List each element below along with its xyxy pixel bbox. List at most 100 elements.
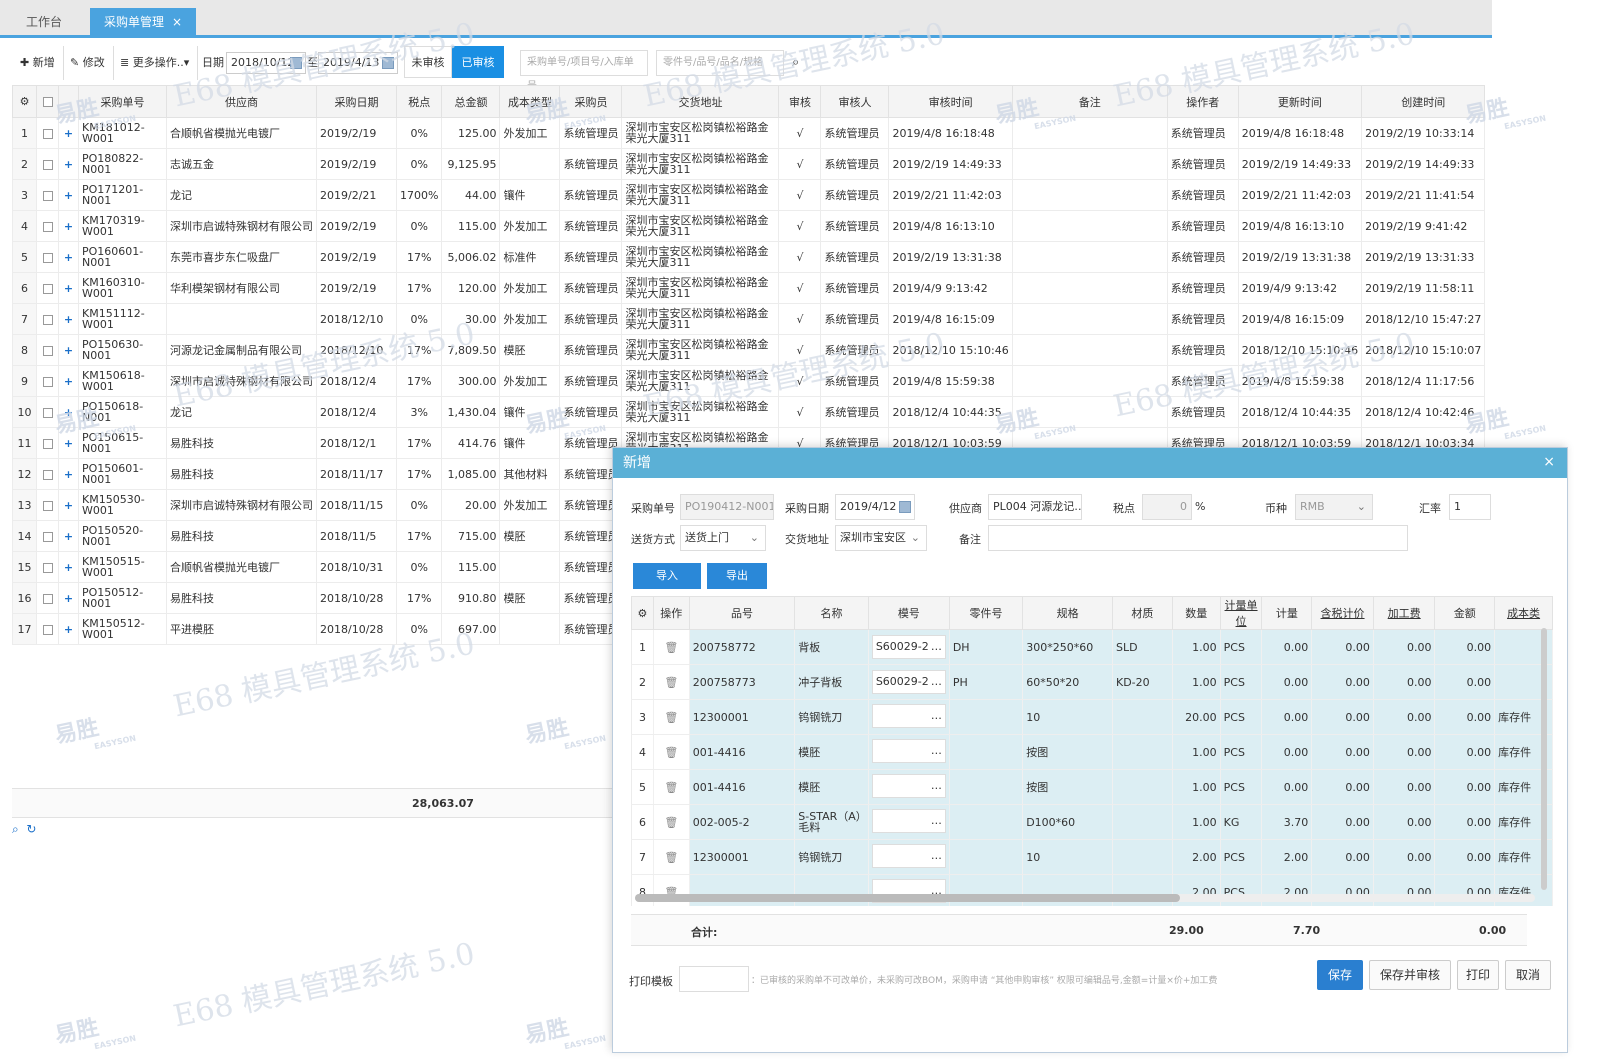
order-search-input[interactable]: 采购单号/项目号/入库单号 bbox=[520, 50, 648, 92]
expand-row-icon[interactable]: + bbox=[58, 427, 79, 459]
ellipsis-icon[interactable]: … bbox=[931, 810, 942, 832]
col-header[interactable]: 数量 bbox=[1171, 596, 1221, 630]
checkbox[interactable] bbox=[42, 345, 53, 356]
checkbox[interactable] bbox=[42, 159, 53, 170]
cell-item-no[interactable]: 200758772 bbox=[688, 629, 796, 665]
checkbox[interactable] bbox=[42, 531, 53, 542]
checkbox[interactable] bbox=[42, 283, 53, 294]
cell-mold-no[interactable]: … bbox=[867, 769, 950, 805]
trash-icon[interactable]: 🗑 bbox=[664, 676, 678, 689]
expand-row-icon[interactable]: + bbox=[58, 272, 79, 304]
cell-name[interactable]: S-STAR（A）毛料 bbox=[794, 804, 869, 840]
cell-process-fee[interactable]: 0.00 bbox=[1372, 699, 1436, 735]
row-checkbox[interactable] bbox=[36, 365, 59, 397]
cell-tax-price[interactable]: 0.00 bbox=[1311, 629, 1374, 665]
cell-process-fee[interactable]: 0.00 bbox=[1372, 769, 1436, 805]
scrollbar-thumb[interactable] bbox=[635, 894, 1180, 902]
col-header[interactable]: 交货地址 bbox=[621, 85, 780, 118]
cell-item-no[interactable]: 12300001 bbox=[688, 839, 796, 875]
col-header[interactable]: 成本类 bbox=[1494, 596, 1553, 630]
supplier-field[interactable]: PL004 河源龙记… bbox=[988, 494, 1082, 520]
col-header[interactable]: 税点 bbox=[395, 85, 443, 118]
checkbox[interactable] bbox=[42, 190, 53, 201]
checkbox[interactable] bbox=[42, 314, 53, 325]
expand-row-icon[interactable]: + bbox=[58, 303, 79, 335]
cell-part-no[interactable]: PH bbox=[948, 664, 1024, 700]
row-checkbox[interactable] bbox=[36, 303, 59, 335]
row-checkbox[interactable] bbox=[36, 334, 59, 366]
remark-field[interactable] bbox=[988, 525, 1408, 551]
cell-material[interactable]: KD-20 bbox=[1112, 664, 1173, 700]
cell-process-fee[interactable]: 0.00 bbox=[1372, 629, 1436, 665]
expand-row-icon[interactable]: + bbox=[58, 551, 79, 583]
cell-amount[interactable]: 0.00 bbox=[1434, 734, 1496, 770]
col-header[interactable]: 供应商 bbox=[166, 85, 317, 118]
cell-name[interactable]: 模胚 bbox=[794, 734, 869, 770]
checkbox[interactable] bbox=[42, 128, 53, 139]
cell-qty[interactable]: 1.00 bbox=[1171, 734, 1221, 770]
col-header[interactable]: 材质 bbox=[1112, 596, 1173, 630]
row-checkbox[interactable] bbox=[36, 210, 59, 242]
col-header[interactable]: 品号 bbox=[688, 596, 796, 630]
table-row[interactable]: 1 + KM181012-W001 合顺帆省模抛光电镀厂 2019/2/19 0% 125.… bbox=[12, 117, 1486, 149]
delete-row-cell[interactable]: 🗑 bbox=[652, 734, 690, 770]
search-icon[interactable]: ⌕ bbox=[12, 822, 19, 836]
row-checkbox[interactable] bbox=[36, 148, 59, 180]
detail-row[interactable]: 4 🗑 001-4416 模胚… 按图 1.00 PCS 0.00 0.00 0.00 0.00 库存… bbox=[631, 734, 1553, 770]
cell-tax-price[interactable]: 0.00 bbox=[1311, 664, 1374, 700]
table-row[interactable]: 5 + PO160601-N001 东莞市喜步东仁吸盘厂 2019/2/19 17% 5,0… bbox=[12, 241, 1486, 273]
row-checkbox[interactable] bbox=[36, 179, 59, 211]
col-header[interactable]: 含税计价 bbox=[1311, 596, 1374, 630]
col-header[interactable]: 审核人 bbox=[820, 85, 890, 118]
cell-material[interactable] bbox=[1112, 769, 1173, 805]
cell-amount[interactable]: 0.00 bbox=[1434, 769, 1496, 805]
cell-name[interactable]: 钨钢铣刀 bbox=[794, 839, 869, 875]
col-header[interactable]: 名称 bbox=[794, 596, 869, 630]
cell-spec[interactable]: 按图 bbox=[1022, 734, 1113, 770]
address-select[interactable]: 深圳市宝安区 ⌄ bbox=[835, 525, 927, 551]
horizontal-scrollbar[interactable] bbox=[635, 894, 1535, 902]
cell-qty[interactable]: 2.00 bbox=[1171, 839, 1221, 875]
cell-amount[interactable]: 0.00 bbox=[1434, 629, 1496, 665]
trash-icon[interactable]: 🗑 bbox=[664, 816, 678, 829]
print-button[interactable]: 打印 bbox=[1457, 960, 1499, 990]
table-row[interactable]: 8 + PO150630-N001 河源龙记金属制品有限公司 2018/12/10 17%… bbox=[12, 334, 1486, 366]
cell-spec[interactable]: 10 bbox=[1022, 699, 1113, 735]
table-row[interactable]: 7 + KM151112-W001 2018/12/10 0% 30.00 外发加工 系统管理… bbox=[12, 303, 1486, 335]
table-row[interactable]: 9 + KM150618-W001 深圳市启诚特殊钢材有限公司 2018/12/4 17%… bbox=[12, 365, 1486, 397]
ellipsis-icon[interactable]: … bbox=[931, 775, 942, 797]
row-checkbox[interactable] bbox=[36, 582, 59, 614]
expand-row-icon[interactable]: + bbox=[58, 179, 79, 211]
row-checkbox[interactable] bbox=[36, 489, 59, 521]
col-header[interactable]: 更新时间 bbox=[1237, 85, 1363, 118]
expand-row-icon[interactable]: + bbox=[58, 582, 79, 614]
table-row[interactable]: 3 + PO171201-N001 龙记 2019/2/21 1700% 44.00 镶件 系统… bbox=[12, 179, 1486, 211]
po-date-field[interactable]: 2019/4/12 bbox=[835, 494, 915, 520]
calendar-icon[interactable] bbox=[899, 501, 911, 513]
cell-measure[interactable]: 2.00 bbox=[1261, 839, 1313, 875]
cell-measure[interactable]: 3.70 bbox=[1261, 804, 1313, 840]
cell-item-no[interactable]: 200758773 bbox=[688, 664, 796, 700]
cell-part-no[interactable] bbox=[948, 769, 1024, 805]
col-header[interactable]: 采购日期 bbox=[316, 85, 397, 118]
ellipsis-icon[interactable]: … bbox=[1074, 500, 1081, 513]
part-search-input[interactable]: 零件号/品号/品名/规格 bbox=[656, 50, 784, 76]
col-header[interactable]: 采购员 bbox=[559, 85, 623, 118]
checkbox[interactable] bbox=[42, 252, 53, 263]
cell-amount[interactable]: 0.00 bbox=[1434, 699, 1496, 735]
cell-material[interactable] bbox=[1112, 804, 1173, 840]
save-review-button[interactable]: 保存并审核 bbox=[1369, 960, 1451, 990]
col-header[interactable]: 加工费 bbox=[1372, 596, 1436, 630]
cell-part-no[interactable]: DH bbox=[948, 629, 1024, 665]
detail-row[interactable]: 5 🗑 001-4416 模胚… 按图 1.00 PCS 0.00 0.00 0.00 0.00 库存… bbox=[631, 769, 1553, 805]
expand-row-icon[interactable]: + bbox=[58, 241, 79, 273]
cell-unit[interactable]: PCS bbox=[1219, 699, 1263, 735]
checkbox[interactable] bbox=[42, 562, 53, 573]
cell-measure[interactable]: 0.00 bbox=[1261, 769, 1313, 805]
checkbox[interactable] bbox=[42, 469, 53, 480]
expand-row-icon[interactable]: + bbox=[58, 458, 79, 490]
cell-unit[interactable]: KG bbox=[1219, 804, 1263, 840]
cell-tax-price[interactable]: 0.00 bbox=[1311, 699, 1374, 735]
row-checkbox[interactable] bbox=[36, 458, 59, 490]
delete-row-cell[interactable]: 🗑 bbox=[652, 629, 690, 665]
